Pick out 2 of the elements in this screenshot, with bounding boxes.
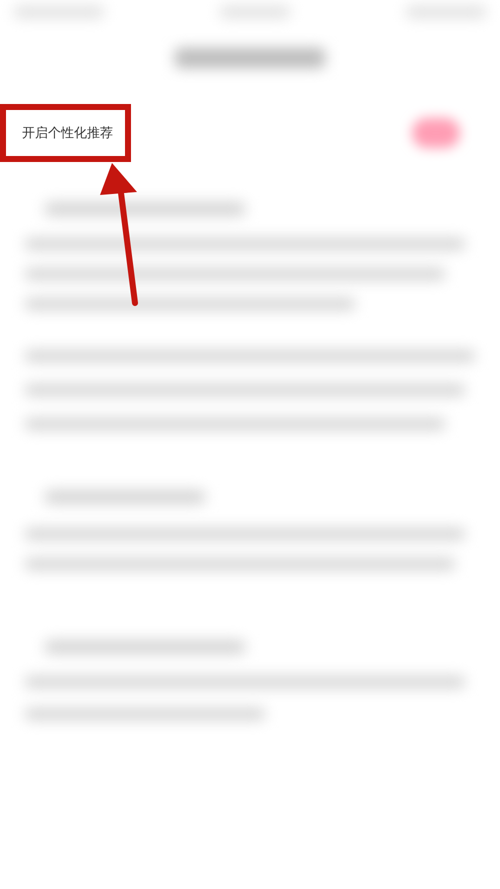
setting-label: 开启个性化推荐 bbox=[22, 125, 113, 142]
toggle-switch[interactable] bbox=[412, 118, 460, 148]
